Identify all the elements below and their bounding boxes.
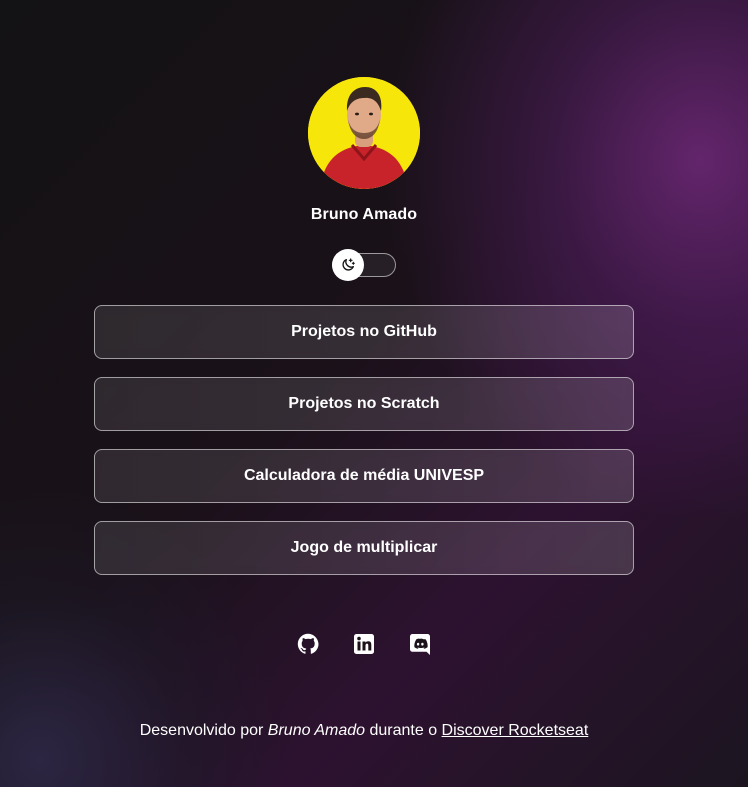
github-icon: [297, 633, 319, 654]
footer-middle: durante o: [365, 722, 442, 739]
list-item: Calculadora de média UNIVESP: [94, 449, 634, 503]
discord-link[interactable]: [408, 632, 432, 656]
avatar-photo: [308, 77, 420, 189]
switch-knob[interactable]: [332, 249, 364, 281]
profile-name: Bruno Amado: [310, 206, 418, 223]
link-button-univesp-calculator[interactable]: Calculadora de média UNIVESP: [94, 449, 634, 503]
github-link[interactable]: [296, 632, 320, 656]
list-item: Projetos no Scratch: [94, 377, 634, 431]
linkedin-icon: [354, 634, 374, 654]
footer-prefix: Desenvolvido por: [139, 722, 268, 739]
social-links: [0, 632, 728, 656]
link-button-github-projects[interactable]: Projetos no GitHub: [94, 305, 634, 359]
footer-author: Bruno Amado: [267, 722, 366, 739]
theme-switch[interactable]: [332, 249, 396, 281]
avatar: [308, 77, 420, 189]
list-item: Jogo de multiplicar: [94, 521, 634, 575]
link-list: Projetos no GitHub Projetos no Scratch C…: [94, 305, 634, 593]
discord-icon: [410, 634, 430, 655]
list-item: Projetos no GitHub: [94, 305, 634, 359]
profile: Bruno Amado: [0, 77, 728, 225]
link-button-scratch-projects[interactable]: Projetos no Scratch: [94, 377, 634, 431]
footer: Desenvolvido por Bruno Amado durante o D…: [0, 721, 728, 741]
link-button-multiplication-game[interactable]: Jogo de multiplicar: [94, 521, 634, 575]
linkedin-link[interactable]: [352, 632, 376, 656]
discover-rocketseat-link[interactable]: Discover Rocketseat: [442, 722, 589, 739]
moon-icon: [342, 258, 355, 271]
